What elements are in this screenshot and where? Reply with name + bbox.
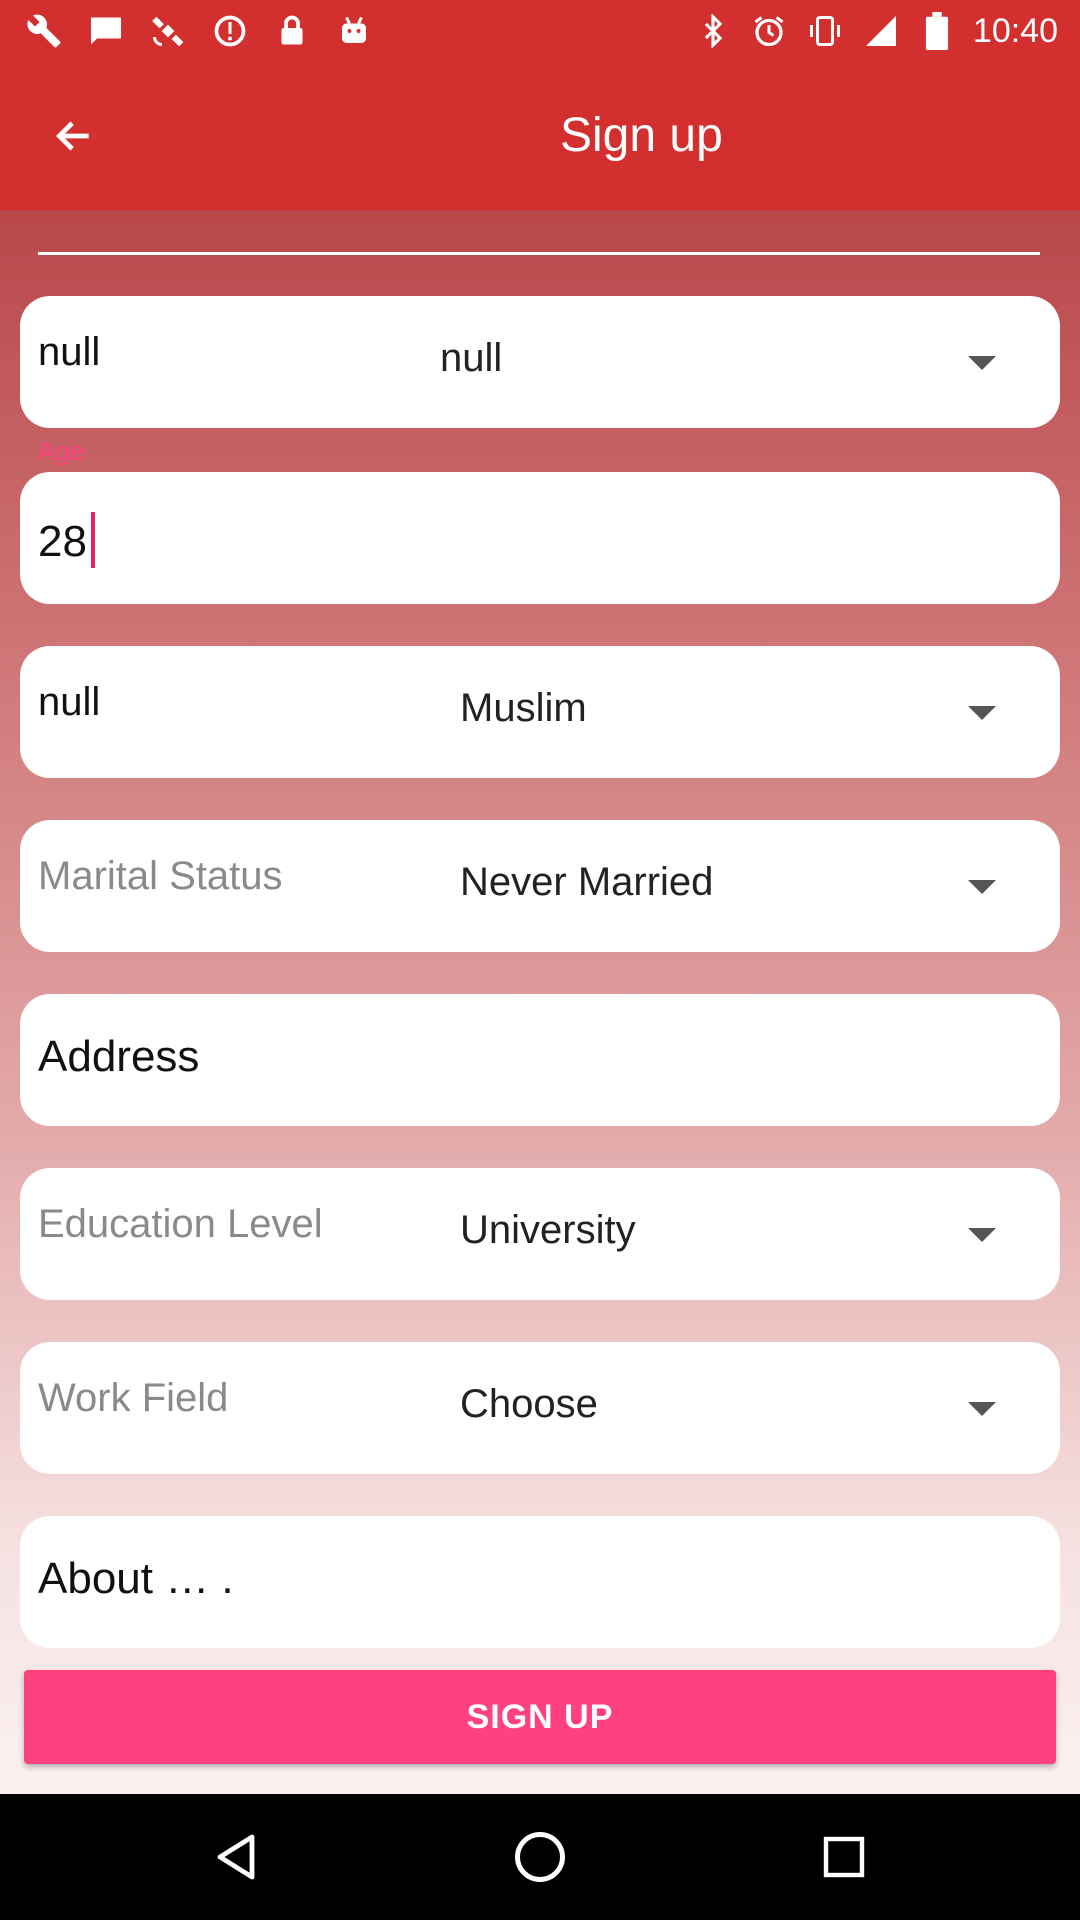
address-field[interactable]: Address: [20, 994, 1060, 1126]
age-field[interactable]: 28: [20, 472, 1060, 604]
signup-form: null null Age 28 null Muslim Marital Sta…: [0, 210, 1080, 1794]
education-level-field[interactable]: Education Level University: [20, 1168, 1060, 1300]
clock: 10:40: [972, 11, 1058, 50]
dropdown-arrow-icon[interactable]: [968, 356, 996, 370]
arrow-back-icon: [55, 121, 89, 151]
work-field-label: Work Field: [38, 1376, 229, 1420]
marital-status-label: Marital Status: [38, 854, 283, 898]
work-field-field[interactable]: Work Field Choose: [20, 1342, 1060, 1474]
about-input: About … .: [38, 1554, 234, 1603]
page-title: Sign up: [560, 109, 723, 162]
back-button[interactable]: [42, 104, 106, 168]
dropdown-arrow-icon[interactable]: [968, 880, 996, 894]
nav-home-button[interactable]: [510, 1827, 570, 1887]
marital-status-field[interactable]: Marital Status Never Married: [20, 820, 1060, 952]
system-nav-bar: [0, 1794, 1080, 1920]
nav-back-button[interactable]: [206, 1827, 266, 1887]
marital-status-dropdown-value[interactable]: Never Married: [460, 860, 713, 905]
recents-square-icon: [823, 1836, 865, 1878]
dropdown-arrow-icon[interactable]: [968, 1402, 996, 1416]
address-input: Address: [38, 1032, 200, 1081]
about-field[interactable]: About … .: [20, 1516, 1060, 1648]
wrench-icon: [24, 11, 64, 51]
chat-icon: [86, 11, 126, 51]
signup-button[interactable]: SIGN UP: [24, 1670, 1056, 1764]
field-label: null: [38, 330, 101, 374]
battery-icon: [917, 11, 957, 51]
android-icon: [334, 11, 374, 51]
bluetooth-icon: [693, 11, 733, 51]
field-row-1[interactable]: null null: [20, 296, 1060, 428]
cellular-icon: [861, 11, 901, 51]
age-floating-label: Age: [38, 436, 85, 466]
signup-button-label: SIGN UP: [466, 1697, 614, 1736]
app-bar: Sign up: [0, 62, 1080, 210]
religion-dropdown-value[interactable]: Muslim: [460, 686, 587, 731]
dropdown-arrow-icon[interactable]: [968, 1228, 996, 1242]
status-bar: 10:40: [0, 0, 1080, 62]
education-dropdown-value[interactable]: University: [460, 1208, 636, 1253]
dropdown-arrow-icon[interactable]: [968, 706, 996, 720]
satellite-icon: [148, 11, 188, 51]
dropdown-value[interactable]: null: [440, 336, 502, 381]
alarm-icon: [749, 11, 789, 51]
divider: [38, 252, 1040, 255]
lock-icon: [272, 11, 312, 51]
home-circle-icon: [515, 1832, 565, 1882]
work-field-dropdown-value[interactable]: Choose: [460, 1382, 598, 1427]
data-saver-icon: [210, 11, 250, 51]
field-label: null: [38, 680, 101, 724]
vibrate-icon: [805, 11, 845, 51]
text-cursor: [90, 512, 95, 568]
age-input-value: 28: [38, 517, 87, 566]
nav-recents-button[interactable]: [814, 1827, 874, 1887]
education-level-label: Education Level: [38, 1202, 323, 1246]
back-triangle-icon: [217, 1834, 255, 1880]
religion-field[interactable]: null Muslim: [20, 646, 1060, 778]
